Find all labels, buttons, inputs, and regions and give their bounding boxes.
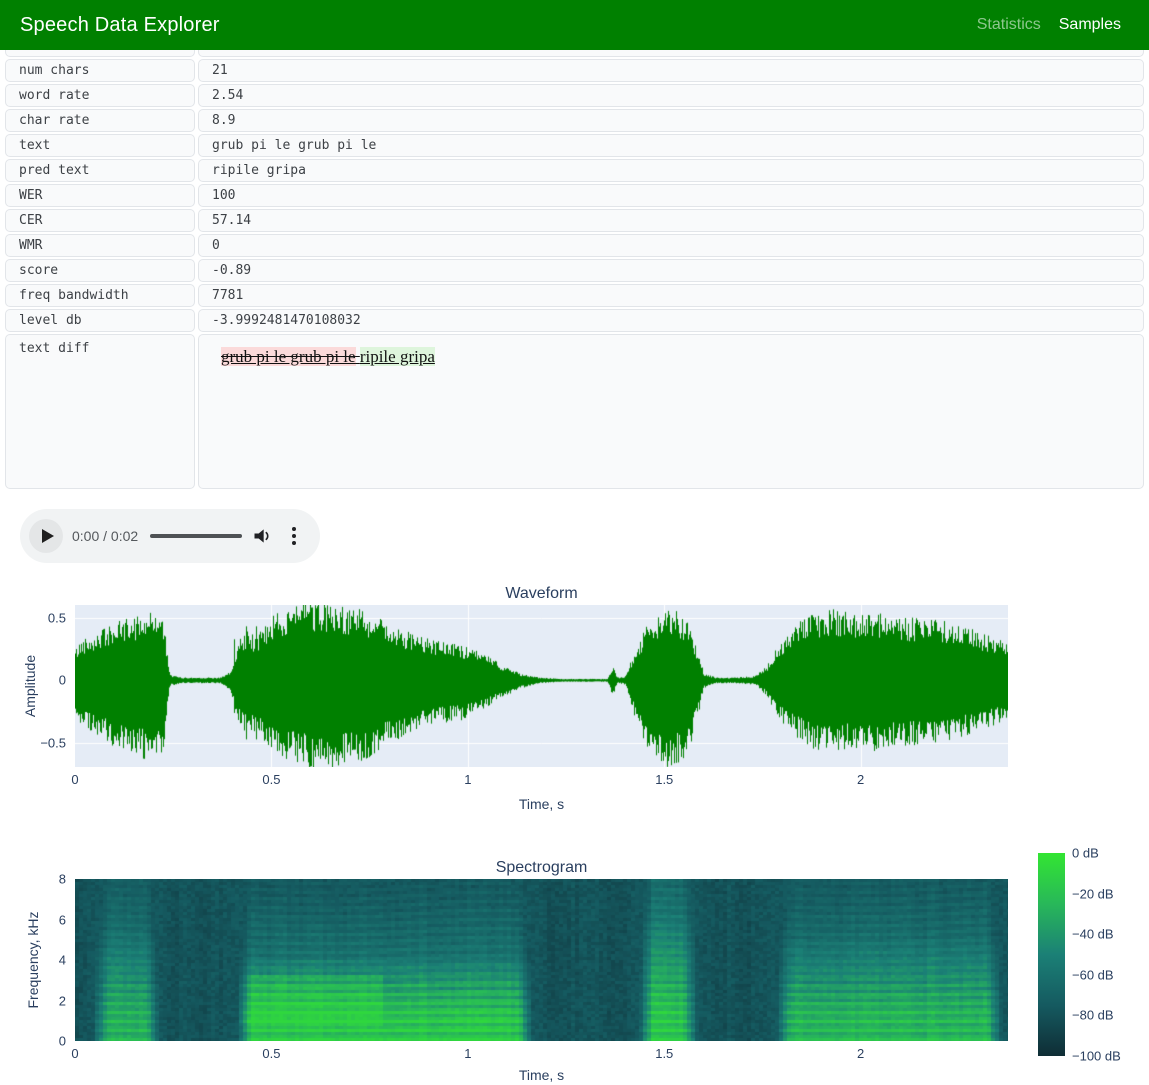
waveform-title: Waveform: [75, 585, 1008, 603]
colorbar-tick-label: −80 dB: [1072, 1008, 1114, 1023]
seek-bar[interactable]: [150, 534, 242, 538]
y-tick-label: 2: [0, 993, 66, 1008]
app-header: Speech Data Explorer Statistics Samples: [0, 0, 1149, 50]
x-tick-label: 1.5: [655, 772, 673, 787]
metric-value-cell: 100: [198, 184, 1144, 207]
x-tick-label: 0: [71, 772, 78, 787]
y-tick-label: 6: [0, 912, 66, 927]
more-options-icon[interactable]: [290, 525, 298, 547]
colorbar-tick-label: −100 dB: [1072, 1049, 1121, 1064]
speech-data-explorer-app: Speech Data Explorer Statistics Samples …: [0, 0, 1149, 1085]
table-row: textgrub pi le grub pi le: [5, 134, 1144, 157]
metric-label-cell: freq bandwidth: [5, 284, 195, 307]
metric-value-cell: 57.14: [198, 209, 1144, 232]
spectrogram-figure: Spectrogram Frequency, kHz Time, s 00.51…: [0, 845, 1149, 1085]
table-row: pred textripile gripa: [5, 159, 1144, 182]
metric-label-cell: level db: [5, 309, 195, 332]
x-tick-label: 1: [464, 772, 471, 787]
colorbar-tick-label: −20 dB: [1072, 886, 1114, 901]
metric-value-cell: 2.54: [198, 84, 1144, 107]
y-tick-label: 4: [0, 953, 66, 968]
nav-link-statistics[interactable]: Statistics: [977, 16, 1041, 34]
table-row: word rate2.54: [5, 84, 1144, 107]
metric-label-cell: word rate: [5, 84, 195, 107]
text-diff: grub pi le grub pi le ripile gripa: [221, 347, 435, 366]
table-row: WER100: [5, 184, 1144, 207]
waveform-plot[interactable]: [75, 605, 1008, 767]
diff-removed-text: grub pi le grub pi le: [221, 347, 360, 366]
volume-icon[interactable]: [252, 526, 272, 546]
y-tick-label: 0: [0, 1034, 66, 1049]
play-icon: [42, 529, 54, 543]
metric-label-cell: char rate: [5, 109, 195, 132]
x-tick-label: 0.5: [262, 772, 280, 787]
metric-value-cell: -3.9992481470108032: [198, 309, 1144, 332]
y-tick-label: 0.5: [0, 610, 66, 625]
y-tick-label: 0: [0, 673, 66, 688]
spectrogram-x-axis-label: Time, s: [75, 1067, 1008, 1083]
audio-player: 0:00 / 0:02: [20, 509, 320, 563]
metric-value-cell: grub pi le grub pi le ripile gripa: [198, 334, 1144, 489]
metric-value-cell: 8.9: [198, 109, 1144, 132]
spectrogram-plot[interactable]: [75, 879, 1008, 1041]
audio-time: 0:00 / 0:02: [72, 528, 138, 544]
colorbar-tick-label: 0 dB: [1072, 846, 1099, 861]
x-tick-label: 1: [464, 1046, 471, 1061]
app-title: Speech Data Explorer: [20, 14, 220, 37]
metric-value-cell: ripile gripa: [198, 159, 1144, 182]
table-row: num chars21: [5, 59, 1144, 82]
y-tick-label: 8: [0, 872, 66, 887]
metric-value-cell: [198, 50, 1144, 57]
metric-label-cell: WER: [5, 184, 195, 207]
diff-added-text: ripile gripa: [360, 347, 435, 366]
metric-value-cell: 21: [198, 59, 1144, 82]
metric-value-cell: 7781: [198, 284, 1144, 307]
x-tick-label: 2: [857, 1046, 864, 1061]
table-row: freq bandwidth7781: [5, 284, 1144, 307]
metrics-table: num chars21word rate2.54char rate8.9text…: [5, 50, 1144, 491]
metric-label-cell: pred text: [5, 159, 195, 182]
header-nav: Statistics Samples: [977, 16, 1121, 34]
table-row-text-diff: text diff grub pi le grub pi le ripile gr…: [5, 334, 1144, 489]
waveform-x-axis-label: Time, s: [75, 796, 1008, 812]
table-row: char rate8.9: [5, 109, 1144, 132]
table-row: WMR0: [5, 234, 1144, 257]
spectrogram-title: Spectrogram: [75, 859, 1008, 877]
x-tick-label: 2: [857, 772, 864, 787]
table-row-clipped: [5, 50, 1144, 57]
metric-label-cell: text: [5, 134, 195, 157]
metric-label-cell: text diff: [5, 334, 195, 489]
table-body: num chars21word rate2.54char rate8.9text…: [5, 59, 1144, 489]
metric-label-cell: [5, 50, 195, 57]
colorbar-tick-label: −60 dB: [1072, 967, 1114, 982]
y-tick-label: −0.5: [0, 736, 66, 751]
table-row: CER57.14: [5, 209, 1144, 232]
x-tick-label: 0.5: [262, 1046, 280, 1061]
play-button[interactable]: [29, 519, 63, 553]
metric-label-cell: score: [5, 259, 195, 282]
waveform-figure: Waveform Amplitude Time, s 00.511.520.50…: [0, 580, 1149, 820]
metric-label-cell: num chars: [5, 59, 195, 82]
metric-value-cell: 0: [198, 234, 1144, 257]
metric-label-cell: WMR: [5, 234, 195, 257]
table-row: score-0.89: [5, 259, 1144, 282]
metric-label-cell: CER: [5, 209, 195, 232]
spectrogram-colorbar: [1038, 853, 1065, 1056]
diff-removed-bg: grub pi le grub pi le: [221, 347, 356, 366]
table-row: level db-3.9992481470108032: [5, 309, 1144, 332]
x-tick-label: 1.5: [655, 1046, 673, 1061]
metric-value-cell: -0.89: [198, 259, 1144, 282]
colorbar-tick-label: −40 dB: [1072, 927, 1114, 942]
x-tick-label: 0: [71, 1046, 78, 1061]
metric-value-cell: grub pi le grub pi le: [198, 134, 1144, 157]
nav-link-samples[interactable]: Samples: [1059, 16, 1121, 34]
